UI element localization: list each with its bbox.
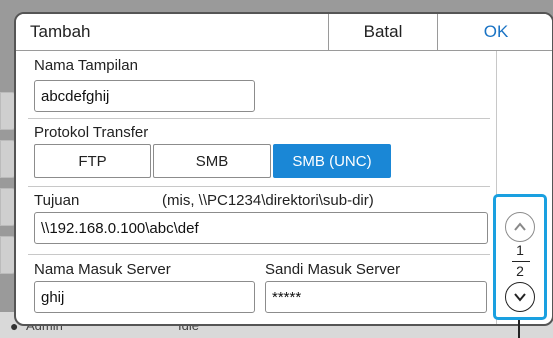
protocol-smb-button[interactable]: SMB — [153, 144, 271, 178]
destination-field[interactable]: \\192.168.0.100\abc\def — [34, 212, 488, 244]
server-password-field[interactable]: ***** — [265, 281, 487, 313]
current-page: 1 — [516, 242, 524, 258]
ok-button[interactable]: OK — [437, 14, 552, 50]
page-fraction-line — [512, 261, 530, 262]
server-login-label: Nama Masuk Server — [34, 261, 171, 278]
page-scroller: 1 2 — [493, 194, 547, 320]
protocol-ftp-button[interactable]: FTP — [34, 144, 151, 178]
chevron-down-icon — [514, 293, 526, 302]
destination-label: Tujuan — [34, 192, 80, 209]
server-password-label: Sandi Masuk Server — [265, 261, 401, 278]
total-pages: 2 — [516, 263, 524, 279]
server-login-field[interactable]: ghij — [34, 281, 255, 313]
destination-hint: (mis, \\PC1234\direktori\sub-dir) — [162, 192, 374, 209]
divider — [28, 254, 490, 255]
display-name-field[interactable]: abcdefghij — [34, 80, 255, 112]
dialog-title: Tambah — [30, 22, 91, 41]
chevron-up-icon — [514, 222, 526, 231]
protocol-smb-unc-button[interactable]: SMB (UNC) — [273, 144, 391, 178]
page-up-button[interactable] — [505, 212, 535, 242]
add-destination-dialog: Tambah Batal OK Nama Tampilan abcdefghij… — [14, 12, 553, 326]
divider — [28, 186, 490, 187]
page-down-button[interactable] — [505, 282, 535, 312]
callout-line — [518, 320, 520, 338]
dialog-header: Tambah Batal OK — [16, 14, 552, 51]
display-name-label: Nama Tampilan — [34, 57, 138, 74]
transfer-protocol-label: Protokol Transfer — [34, 124, 149, 141]
divider — [28, 118, 490, 119]
cancel-button[interactable]: Batal — [328, 14, 437, 50]
